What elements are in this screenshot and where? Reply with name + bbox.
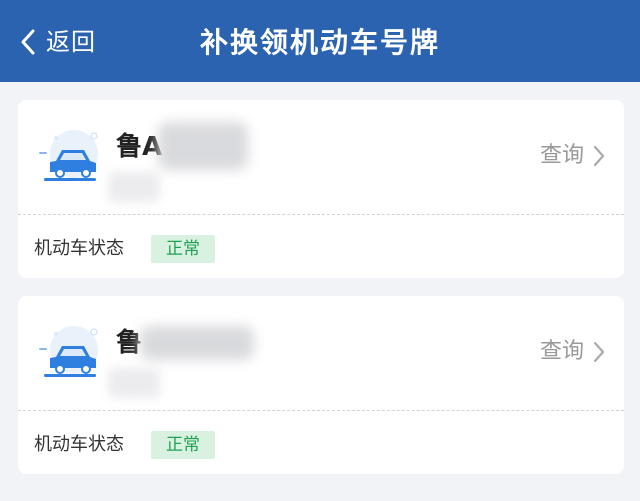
query-label: 查询 xyxy=(539,339,584,364)
chevron-right-icon xyxy=(593,145,605,167)
redacted-plate xyxy=(140,326,254,360)
status-badge: 正常 xyxy=(151,235,215,263)
divider xyxy=(18,214,624,215)
car-icon xyxy=(39,130,98,181)
vehicle-card[interactable]: 鲁 查询 机动车状态 正常 xyxy=(18,296,624,474)
page-title: 补换领机动车号牌 xyxy=(199,26,440,59)
car-icon xyxy=(39,326,98,377)
divider xyxy=(18,410,624,411)
app-header: 返回 补换领机动车号牌 xyxy=(0,0,640,82)
redacted-subtext xyxy=(108,368,160,398)
plate-number: 鲁A xyxy=(116,132,163,162)
query-link[interactable]: 查询 xyxy=(540,336,606,368)
chevron-right-icon xyxy=(593,341,605,363)
status-label: 机动车状态 xyxy=(34,238,124,259)
redacted-subtext xyxy=(108,172,160,202)
vehicle-card[interactable]: 鲁A 查询 机动车状态 正常 xyxy=(18,100,624,278)
redacted-plate xyxy=(158,122,248,170)
status-label: 机动车状态 xyxy=(34,434,124,455)
plate-number: 鲁 xyxy=(116,328,143,358)
query-link[interactable]: 查询 xyxy=(540,140,606,172)
query-label: 查询 xyxy=(539,143,584,168)
status-badge: 正常 xyxy=(151,431,215,459)
